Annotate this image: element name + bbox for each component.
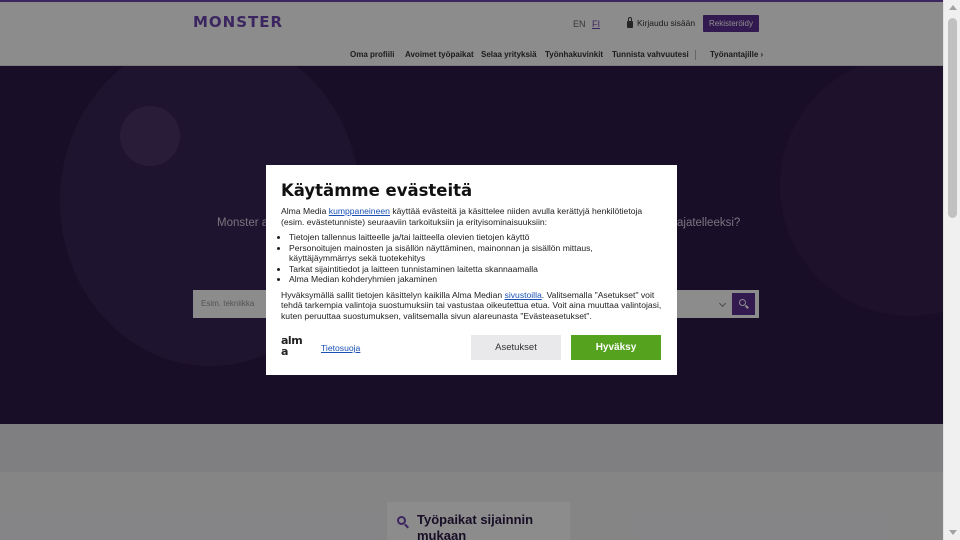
dialog-consent-text: Hyväksymällä sallit tietojen käsittelyn …	[281, 289, 662, 321]
partners-link[interactable]: kumppaneineen	[329, 206, 390, 216]
cookie-consent-dialog: Käytämme evästeitä Alma Media kumppanein…	[266, 165, 677, 375]
alma-logo: alm a	[281, 334, 303, 358]
accept-button[interactable]: Hyväksy	[571, 335, 661, 360]
scroll-up-icon[interactable]	[949, 5, 957, 10]
scroll-down-icon[interactable]	[949, 530, 957, 535]
dialog-footer: alm a Tietosuoja Asetukset Hyväksy	[281, 335, 662, 361]
purpose-list: Tietojen tallennus laitteelle ja/tai lai…	[281, 232, 662, 285]
scrollbar-thumb[interactable]	[948, 18, 957, 218]
sites-link[interactable]: sivustoilla	[505, 290, 542, 300]
privacy-link[interactable]: Tietosuoja	[321, 343, 360, 353]
list-item: Tarkat sijaintitiedot ja laitteen tunnis…	[289, 264, 662, 275]
list-item: Alma Median kohderyhmien jakaminen	[289, 274, 662, 285]
dialog-title: Käytämme evästeitä	[281, 181, 473, 200]
settings-button[interactable]: Asetukset	[471, 335, 561, 360]
list-item: Tietojen tallennus laitteelle ja/tai lai…	[289, 232, 662, 243]
dialog-intro: Alma Media kumppaneineen käyttää evästei…	[281, 206, 643, 227]
list-item: Personoitujen mainosten ja sisällön näyt…	[289, 243, 662, 264]
vertical-scrollbar[interactable]	[943, 0, 960, 540]
